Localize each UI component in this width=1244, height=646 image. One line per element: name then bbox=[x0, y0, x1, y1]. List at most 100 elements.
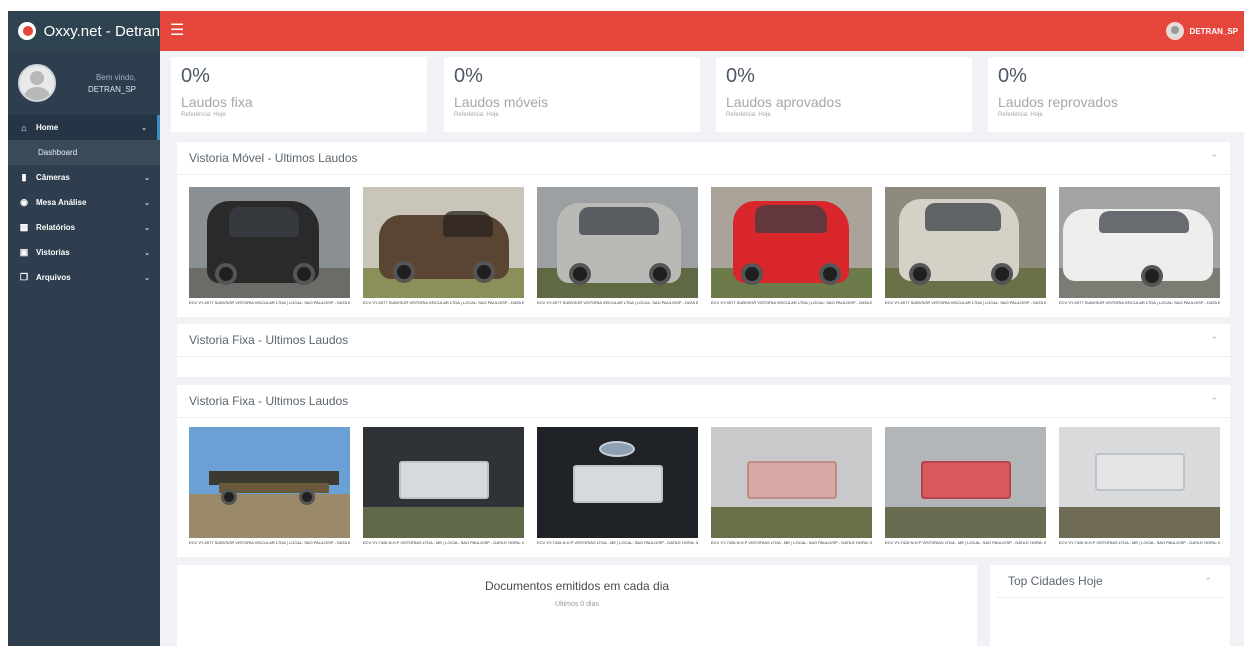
thumbnail-gallery: ECV VY-0077 SUBVSOR VISTORIA VEICULAR LT… bbox=[189, 427, 1221, 555]
sidebar: Bem vindo, DETRAN_SP ⌂ Home ⌄ Dashboard … bbox=[8, 51, 160, 646]
sidebar-item-arquivos[interactable]: ❐ Arquivos ⌄ bbox=[8, 265, 160, 290]
bar-chart-icon: ▩ bbox=[19, 222, 29, 232]
chevron-down-icon: ⌄ bbox=[144, 274, 150, 282]
vistoria-fixa-empty-box: Vistoria Fixa - Ultimos Laudos ⌃ bbox=[177, 324, 1230, 377]
laudo-thumbnail[interactable]: ECV VY-7426 N.H.P VISTORIAS LTDA - ME | … bbox=[885, 427, 1046, 555]
sidebar-item-relatorios[interactable]: ▩ Relatórios ⌄ bbox=[8, 215, 160, 240]
stat-laudos-reprovados: 0% Laudos reprovados Referência: Hoje bbox=[988, 57, 1244, 132]
vehicle-photo bbox=[363, 187, 524, 298]
chevron-down-icon: ⌄ bbox=[144, 249, 150, 257]
thumbnail-caption: ECV VY-7426 N.H.P VISTORIAS LTDA - ME | … bbox=[1059, 540, 1220, 545]
vistoria-movel-box: Vistoria Móvel - Ultimos Laudos ⌃ ECV VY… bbox=[177, 142, 1230, 317]
welcome-text: Bem vindo, bbox=[95, 72, 136, 82]
chevron-down-icon: ⌄ bbox=[144, 199, 150, 207]
sidebar-item-label: Relatórios bbox=[36, 223, 76, 232]
thumbnail-caption: ECV VY-0077 SUBVSOR VISTORIA VEICULAR LT… bbox=[189, 540, 350, 545]
chart-subtitle: Últimos 0 dias bbox=[555, 601, 599, 608]
collapse-icon[interactable]: ⌃ bbox=[1210, 153, 1218, 164]
stat-value: 0% bbox=[454, 65, 483, 87]
menu-toggle-icon[interactable]: ☰ bbox=[170, 23, 184, 39]
stat-laudos-moveis: 0% Laudos móveis Referência: Hoje bbox=[444, 57, 700, 132]
user-menu-name: DETRAN_SP bbox=[1189, 26, 1238, 36]
box-title: Vistoria Móvel - Ultimos Laudos bbox=[189, 151, 358, 165]
top-cities-box: Top Cidades Hoje ⌃ bbox=[990, 565, 1230, 646]
stat-label: Laudos fixa bbox=[181, 94, 253, 110]
thumbnail-caption: ECV VY-0077 SUBVSOR VISTORIA VEICULAR LT… bbox=[1059, 300, 1220, 305]
box-title: Vistoria Fixa - Ultimos Laudos bbox=[189, 333, 349, 347]
thumbnail-caption: ECV VY-0077 SUBVSOR VISTORIA VEICULAR LT… bbox=[885, 300, 1046, 305]
vehicle-photo bbox=[711, 427, 872, 538]
chevron-down-icon: ⌄ bbox=[144, 224, 150, 232]
vehicle-photo bbox=[885, 187, 1046, 298]
laudo-thumbnail[interactable]: ECV VY-0077 SUBVSOR VISTORIA VEICULAR LT… bbox=[885, 187, 1046, 315]
sidebar-item-label: Home bbox=[36, 123, 59, 132]
stat-value: 0% bbox=[726, 65, 755, 87]
thumbnail-caption: ECV VY-7426 N.H.P VISTORIAS LTDA - ME | … bbox=[885, 540, 1046, 545]
camera-icon: ▮ bbox=[21, 172, 27, 182]
laudo-thumbnail[interactable]: ECV VY-7426 N.H.P VISTORIAS LTDA - ME | … bbox=[1059, 427, 1220, 555]
vistoria-fixa-box: Vistoria Fixa - Ultimos Laudos ⌃ ECV VY-… bbox=[177, 385, 1230, 557]
collapse-icon[interactable]: ⌃ bbox=[1210, 396, 1218, 407]
main-content: 0% Laudos fixa Referência: Hoje 0% Laudo… bbox=[160, 51, 1244, 646]
laudo-thumbnail[interactable]: ECV VY-0077 SUBVSOR VISTORIA VEICULAR LT… bbox=[1059, 187, 1220, 315]
laudo-thumbnail[interactable]: ECV VY-7426 N.H.P VISTORIAS LTDA - ME | … bbox=[711, 427, 872, 555]
sidebar-item-mesa-analise[interactable]: ◉ Mesa Análise ⌄ bbox=[8, 190, 160, 215]
stat-reference: Referência: Hoje bbox=[998, 112, 1043, 118]
stat-label: Laudos reprovados bbox=[998, 94, 1118, 110]
stat-label: Laudos aprovados bbox=[726, 94, 842, 110]
chevron-down-icon: ⌄ bbox=[144, 174, 150, 182]
box-header: Top Cidades Hoje ⌃ bbox=[996, 565, 1224, 598]
stat-laudos-fixa: 0% Laudos fixa Referência: Hoje bbox=[171, 57, 427, 132]
laudo-thumbnail[interactable]: ECV VY-7426 N.H.P VISTORIAS LTDA - ME | … bbox=[363, 427, 524, 555]
sidebar-item-label: Arquivos bbox=[36, 273, 71, 282]
sidebar-item-vistorias[interactable]: ▣ Vistorias ⌄ bbox=[8, 240, 160, 265]
top-bar: ☰ DETRAN_SP bbox=[160, 11, 1244, 51]
thumbnail-caption: ECV VY-7426 N.H.P VISTORIAS LTDA - ME | … bbox=[537, 540, 698, 545]
sidebar-item-home[interactable]: ⌂ Home ⌄ bbox=[8, 115, 160, 140]
stat-reference: Referência: Hoje bbox=[726, 112, 771, 118]
laudo-thumbnail[interactable]: ECV VY-7426 N.H.P VISTORIAS LTDA - ME | … bbox=[537, 427, 698, 555]
box-title: Top Cidades Hoje bbox=[1008, 574, 1103, 588]
user-name: DETRAN_SP bbox=[87, 84, 136, 94]
sidebar-item-dashboard[interactable]: Dashboard bbox=[8, 140, 160, 165]
thumbnail-caption: ECV VY-7426 N.H.P VISTORIAS LTDA - ME | … bbox=[711, 540, 872, 545]
box-title: Vistoria Fixa - Ultimos Laudos bbox=[189, 394, 349, 408]
laudo-thumbnail[interactable]: ECV VY-0077 SUBVSOR VISTORIA VEICULAR LT… bbox=[711, 187, 872, 315]
vehicle-photo bbox=[189, 427, 350, 538]
thumbnail-gallery: ECV VY-0077 SUBVSOR VISTORIA VEICULAR LT… bbox=[189, 187, 1221, 315]
thumbnail-caption: ECV VY-0077 SUBVSOR VISTORIA VEICULAR LT… bbox=[711, 300, 872, 305]
stat-value: 0% bbox=[998, 65, 1027, 87]
vehicle-photo bbox=[363, 427, 524, 538]
laudo-thumbnail[interactable]: ECV VY-0077 SUBVSOR VISTORIA VEICULAR LT… bbox=[363, 187, 524, 315]
avatar bbox=[1165, 22, 1184, 40]
sidebar-nav: ⌂ Home ⌄ Dashboard ▮ Câmeras ⌄ ◉ Mesa An… bbox=[8, 115, 160, 290]
thumbnail-caption: ECV VY-0077 SUBVSOR VISTORIA VEICULAR LT… bbox=[363, 300, 524, 305]
sidebar-item-label: Dashboard bbox=[38, 148, 78, 157]
car-icon: ▣ bbox=[19, 247, 29, 257]
brand[interactable]: Oxxy.net - Detran bbox=[8, 11, 160, 51]
user-panel: Bem vindo, DETRAN_SP bbox=[8, 51, 160, 115]
stat-label: Laudos móveis bbox=[454, 94, 549, 110]
thumbnail-caption: ECV VY-7426 N.H.P VISTORIAS LTDA - ME | … bbox=[363, 540, 524, 545]
collapse-icon[interactable]: ⌃ bbox=[1210, 335, 1218, 346]
vehicle-photo bbox=[885, 427, 1046, 538]
box-header: Vistoria Fixa - Ultimos Laudos ⌃ bbox=[177, 385, 1230, 418]
collapse-icon[interactable]: ⌃ bbox=[1204, 576, 1212, 587]
vehicle-photo bbox=[537, 427, 698, 538]
chart-title: Documentos emitidos em cada dia bbox=[484, 579, 670, 593]
user-menu[interactable]: DETRAN_SP bbox=[1165, 22, 1238, 40]
sidebar-item-cameras[interactable]: ▮ Câmeras ⌄ bbox=[8, 165, 160, 190]
documents-chart-box: Documentos emitidos em cada dia Últimos … bbox=[177, 565, 977, 646]
app-title: Oxxy.net - Detran bbox=[43, 22, 160, 40]
thumbnail-caption: ECV VY-0077 SUBVSOR VISTORIA VEICULAR LT… bbox=[537, 300, 698, 305]
box-header: Vistoria Fixa - Ultimos Laudos ⌃ bbox=[177, 324, 1230, 357]
stat-reference: Referência: Hoje bbox=[454, 112, 499, 118]
sidebar-item-label: Vistorias bbox=[36, 248, 70, 257]
laudo-thumbnail[interactable]: ECV VY-0077 SUBVSOR VISTORIA VEICULAR LT… bbox=[537, 187, 698, 315]
stat-laudos-aprovados: 0% Laudos aprovados Referência: Hoje bbox=[716, 57, 972, 132]
chevron-down-icon: ⌄ bbox=[141, 124, 147, 132]
laudo-thumbnail[interactable]: ECV VY-0077 SUBVSOR VISTORIA VEICULAR LT… bbox=[189, 187, 350, 315]
laudo-thumbnail[interactable]: ECV VY-0077 SUBVSOR VISTORIA VEICULAR LT… bbox=[189, 427, 350, 555]
box-header: Vistoria Móvel - Ultimos Laudos ⌃ bbox=[177, 142, 1230, 175]
stat-reference: Referência: Hoje bbox=[181, 112, 226, 118]
